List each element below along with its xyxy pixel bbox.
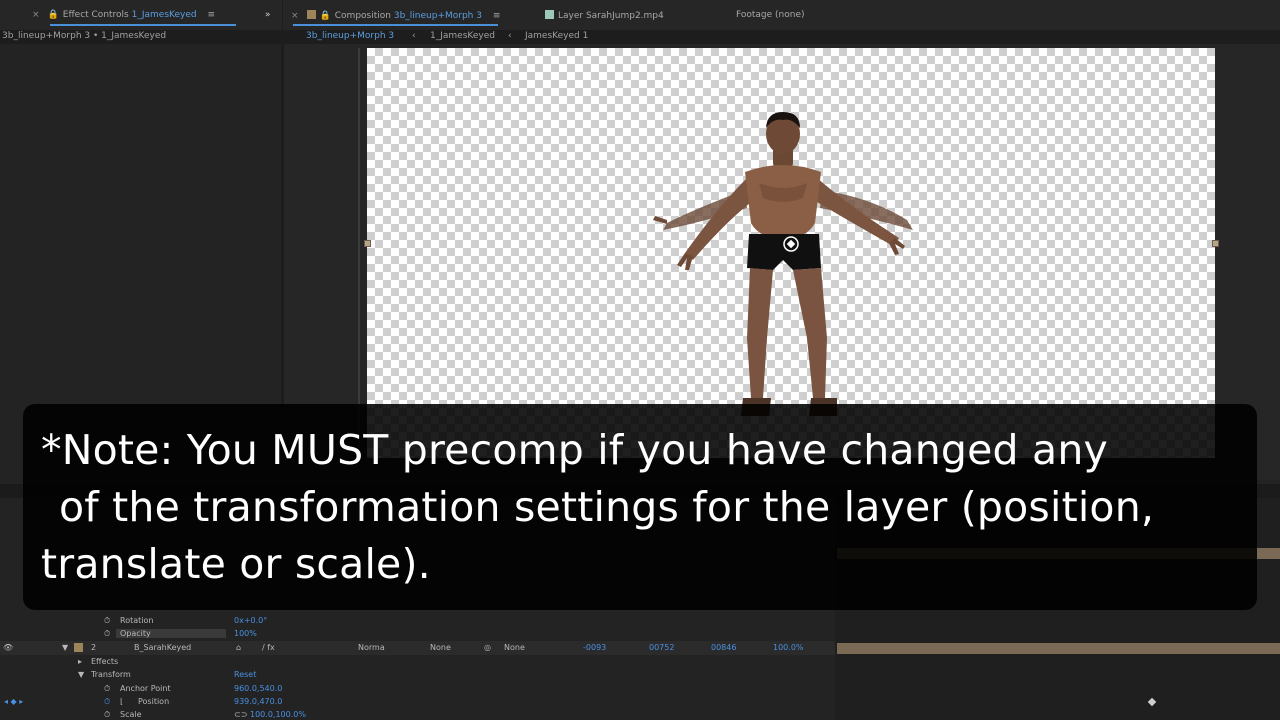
twirl-down-icon[interactable]: ▼	[62, 643, 68, 652]
composition-tab[interactable]: × 🔒 Composition 3b_lineup+Morph 3 ≡	[291, 10, 500, 21]
scale-value[interactable]: 100.0,100.0%	[250, 710, 306, 719]
stopwatch-icon[interactable]: ⏱	[104, 629, 110, 639]
property-name: Anchor Point	[120, 684, 171, 693]
transform-handle-left[interactable]	[364, 240, 371, 247]
property-name: Rotation	[120, 616, 154, 625]
stopwatch-active-icon[interactable]: ⏱	[104, 697, 110, 707]
duration[interactable]: 00846	[711, 643, 736, 652]
crumb-separator: ‹	[412, 31, 416, 41]
crumb-separator: ‹	[508, 31, 512, 41]
tab-layer-name: 1_JamesKeyed	[131, 10, 197, 20]
layer-tab[interactable]: Layer SarahJump2.mp4	[545, 10, 664, 21]
keyed-person-figure	[653, 112, 913, 416]
layer-name[interactable]: B_SarahKeyed	[134, 643, 191, 652]
opacity-row: ⏱ Opacity 100%	[0, 627, 835, 641]
keyframe-nav-icon[interactable]: ◂ ◆ ▸	[4, 697, 23, 706]
out-point[interactable]: 00752	[649, 643, 674, 652]
transform-group[interactable]: Transform	[91, 670, 131, 679]
rotation-value[interactable]: 0x+0.0°	[234, 616, 267, 625]
close-tab-icon[interactable]: ×	[32, 10, 40, 20]
expand-panels-icon[interactable]: »	[265, 10, 271, 20]
property-name: Opacity	[116, 629, 226, 638]
active-comp-underline	[293, 24, 498, 26]
viewer-ruler	[358, 48, 360, 458]
panel-menu-icon[interactable]: ≡	[207, 10, 215, 20]
composition-canvas[interactable]	[367, 48, 1215, 458]
layer-index: 2	[91, 643, 97, 652]
caption-line-3: translate or scale).	[41, 540, 431, 588]
effect-controls-tab[interactable]: × 🔒 Effect Controls 1_JamesKeyed ≡	[32, 10, 215, 20]
parent-pickwhip-icon[interactable]: ◎	[484, 643, 491, 652]
position-row: ◂ ◆ ▸ ⏱ ⌊ Position 939.0,470.0	[0, 695, 835, 709]
layer-tab-label: Layer SarahJump2.mp4	[558, 11, 664, 21]
effect-controls-breadcrumb: 3b_lineup+Morph 3 • 1_JamesKeyed	[2, 31, 167, 41]
close-tab-icon[interactable]: ×	[291, 11, 299, 21]
after-effects-window: × 🔒 Effect Controls 1_JamesKeyed ≡ » 3b_li…	[0, 0, 1280, 720]
stopwatch-icon[interactable]: ⏱	[104, 684, 110, 694]
rotation-row: ⏱ Rotation 0x+0.0°	[0, 614, 835, 628]
layer-2-row[interactable]: 👁 ▼ 2 B_SarahKeyed ⌂ / fx Norma None ◎ N…	[0, 641, 835, 655]
transform-handle-right[interactable]	[1212, 240, 1219, 247]
anchor-point-row: ⏱ Anchor Point 960.0,540.0	[0, 682, 835, 696]
lock-icon: 🔒	[319, 11, 331, 21]
twirl-down-icon[interactable]: ▼	[78, 670, 84, 679]
effects-row: ▸ Effects	[0, 655, 835, 669]
lock-icon: 🔒	[47, 10, 59, 20]
layer-2-duration-bar[interactable]	[837, 643, 1280, 654]
stopwatch-icon[interactable]: ⏱	[104, 616, 110, 626]
stretch[interactable]: 100.0%	[773, 643, 804, 652]
twirl-right-icon[interactable]: ▸	[78, 657, 82, 666]
crumb-nested[interactable]: JamesKeyed 1	[525, 31, 588, 41]
opacity-value[interactable]: 100%	[234, 629, 257, 638]
tutorial-caption: *Note: You MUST precomp if you have chan…	[23, 404, 1257, 610]
footage-tab[interactable]: Footage (none)	[736, 10, 805, 20]
crumb-layer[interactable]: 1_JamesKeyed	[430, 31, 495, 41]
panel-menu-icon[interactable]: ≡	[493, 11, 501, 21]
property-name: Position	[138, 697, 170, 706]
parent-select[interactable]: None	[504, 643, 525, 652]
tab-label: Effect Controls	[62, 10, 129, 20]
caption-line-2: of the transformation settings for the l…	[59, 483, 1155, 531]
crumb-comp[interactable]: 3b_lineup+Morph 3	[300, 30, 401, 42]
position-value[interactable]: 939.0,470.0	[234, 697, 282, 706]
comp-color-icon	[306, 10, 316, 19]
blend-mode-select[interactable]: Norma	[358, 643, 385, 652]
tab-label: Composition	[334, 11, 391, 21]
anchor-point-value[interactable]: 960.0,540.0	[234, 684, 282, 693]
track-matte-select[interactable]: None	[430, 643, 451, 652]
active-tab-underline	[50, 24, 236, 26]
label-color-icon[interactable]	[74, 643, 83, 652]
caption-line-1: *Note: You MUST precomp if you have chan…	[41, 426, 1108, 474]
footage-color-icon	[545, 10, 554, 19]
fx-switch-icon[interactable]: / fx	[262, 643, 275, 652]
visibility-eye-icon[interactable]: 👁	[3, 643, 13, 652]
in-point[interactable]: -0093	[583, 643, 606, 652]
link-icon[interactable]: ⊂⊃	[234, 710, 247, 719]
transform-row: ▼ Transform Reset	[0, 668, 835, 682]
scale-row: ⏱ Scale ⊂⊃ 100.0,100.0%	[0, 708, 835, 720]
effects-group[interactable]: Effects	[91, 657, 118, 666]
tab-comp-name: 3b_lineup+Morph 3	[393, 11, 482, 21]
graph-icon[interactable]: ⌊	[120, 697, 123, 706]
property-name: Scale	[120, 710, 142, 719]
reset-link[interactable]: Reset	[234, 670, 256, 679]
shy-icon[interactable]: ⌂	[236, 643, 241, 652]
stopwatch-icon[interactable]: ⏱	[104, 710, 110, 720]
